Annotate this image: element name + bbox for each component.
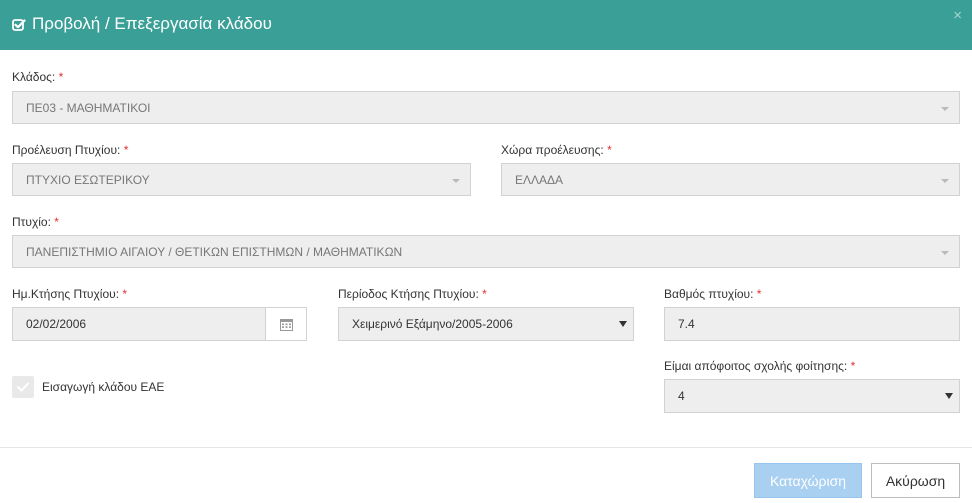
close-icon[interactable]: × bbox=[953, 7, 962, 24]
period-label: Περίοδος Κτήσης Πτυχίου: * bbox=[338, 287, 487, 301]
required-mark: * bbox=[850, 359, 856, 373]
required-mark: * bbox=[756, 287, 762, 301]
required-mark: * bbox=[54, 215, 59, 229]
chevron-down-icon bbox=[619, 321, 627, 327]
chevron-down-icon bbox=[941, 179, 949, 183]
grade-label-text: Βαθμός πτυχίου: bbox=[664, 287, 754, 301]
date-value: 02/02/2006 bbox=[26, 317, 87, 331]
period-value: Χειμερινό Εξάμηνο/2005-2006 bbox=[352, 317, 513, 331]
calendar-button[interactable] bbox=[265, 307, 307, 341]
period-label-text: Περίοδος Κτήσης Πτυχίου: bbox=[338, 287, 479, 301]
date-label: Ημ.Κτήσης Πτυχίου: * bbox=[12, 287, 127, 301]
proeleusi-label-text: Προέλευση Πτυχίου: bbox=[12, 143, 121, 157]
required-mark: * bbox=[482, 287, 487, 301]
modal-header: Προβολή / Επεξεργασία κλάδου × bbox=[0, 0, 972, 50]
chevron-down-icon bbox=[941, 107, 949, 111]
xwra-label: Χώρα προέλευσης: * bbox=[501, 143, 612, 157]
klados-select[interactable]: ΠΕ03 - ΜΑΘΗΜΑΤΙΚΟΙ bbox=[12, 91, 960, 124]
date-label-text: Ημ.Κτήσης Πτυχίου: bbox=[12, 287, 120, 301]
proeleusi-select[interactable]: ΠΤΥΧΙΟ ΕΣΩΤΕΡΙΚΟΥ bbox=[12, 163, 471, 196]
cancel-button[interactable]: Ακύρωση bbox=[871, 463, 960, 498]
footer-divider bbox=[0, 447, 972, 448]
grade-label: Βαθμός πτυχίου: * bbox=[664, 287, 761, 301]
modal-title-text: Προβολή / Επεξεργασία κλάδου bbox=[32, 14, 272, 33]
checkmark-icon bbox=[17, 382, 29, 392]
xwra-value: ΕΛΛΑΔΑ bbox=[515, 173, 564, 187]
ptyxio-value: ΠΑΝΕΠΙΣΤΗΜΙΟ ΑΙΓΑΙΟΥ / ΘΕΤΙΚΩΝ ΕΠΙΣΤΗΜΩΝ… bbox=[26, 245, 403, 259]
period-select[interactable]: Χειμερινό Εξάμηνο/2005-2006 bbox=[338, 307, 634, 341]
xwra-select[interactable]: ΕΛΛΑΔΑ bbox=[501, 163, 960, 196]
proeleusi-value: ΠΤΥΧΙΟ ΕΣΩΤΕΡΙΚΟΥ bbox=[26, 173, 150, 187]
calendar-icon bbox=[280, 319, 293, 331]
grade-input[interactable]: 7.4 bbox=[664, 307, 960, 341]
graduate-label: Είμαι απόφοιτος σχολής φοίτησης: * bbox=[664, 359, 855, 373]
ptyxio-label-text: Πτυχίο: bbox=[12, 215, 51, 229]
required-mark: * bbox=[123, 143, 129, 157]
ptyxio-label: Πτυχίο: * bbox=[12, 215, 59, 229]
save-button[interactable]: Καταχώριση bbox=[754, 463, 862, 498]
graduate-label-text: Είμαι απόφοιτος σχολής φοίτησης: bbox=[664, 359, 848, 373]
edit-branch-modal: Προβολή / Επεξεργασία κλάδου × Κλάδος: *… bbox=[0, 0, 972, 503]
grade-value: 7.4 bbox=[678, 317, 695, 331]
klados-label: Κλάδος: * bbox=[12, 70, 63, 84]
chevron-down-icon bbox=[941, 251, 949, 255]
chevron-down-icon bbox=[945, 393, 953, 399]
klados-value: ΠΕ03 - ΜΑΘΗΜΑΤΙΚΟΙ bbox=[26, 101, 151, 115]
eae-checkbox-label[interactable]: Εισαγωγή κλάδου ΕΑΕ bbox=[42, 380, 164, 394]
chevron-down-icon bbox=[452, 179, 460, 183]
xwra-label-text: Χώρα προέλευσης: bbox=[501, 143, 604, 157]
required-mark: * bbox=[607, 143, 612, 157]
required-mark: * bbox=[122, 287, 128, 301]
modal-title: Προβολή / Επεξεργασία κλάδου bbox=[12, 14, 272, 34]
eae-checkbox[interactable] bbox=[12, 376, 34, 398]
required-mark: * bbox=[58, 70, 64, 84]
proeleusi-label: Προέλευση Πτυχίου: * bbox=[12, 143, 128, 157]
check-square-icon bbox=[12, 17, 26, 31]
graduate-value: 4 bbox=[678, 389, 685, 403]
date-input[interactable]: 02/02/2006 bbox=[12, 307, 266, 341]
ptyxio-select[interactable]: ΠΑΝΕΠΙΣΤΗΜΙΟ ΑΙΓΑΙΟΥ / ΘΕΤΙΚΩΝ ΕΠΙΣΤΗΜΩΝ… bbox=[12, 235, 960, 268]
klados-label-text: Κλάδος: bbox=[12, 70, 56, 84]
graduate-select[interactable]: 4 bbox=[664, 379, 960, 413]
